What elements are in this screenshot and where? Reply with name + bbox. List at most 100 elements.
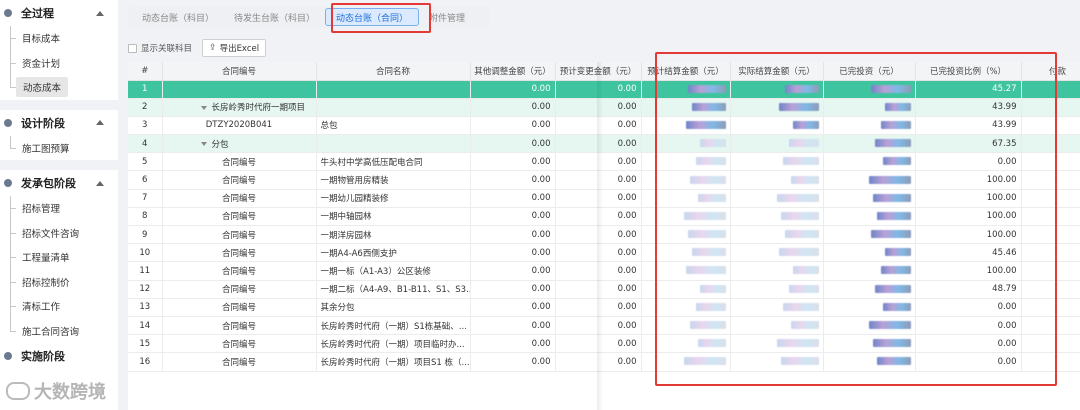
cell-expected-change: 0.00	[555, 225, 642, 245]
tab-dynamic-ledger-subject[interactable]: 动态台账（科目）	[132, 8, 224, 26]
section-title: 设计阶段	[21, 116, 65, 130]
sidebar-section-header[interactable]: 全过程	[0, 0, 118, 26]
tree-branch	[10, 147, 16, 149]
cell-other-adjust: 0.00	[470, 207, 556, 227]
sidebar-item-tender-management[interactable]: 招标管理	[0, 196, 118, 221]
cell-contract-code	[162, 80, 317, 99]
sidebar-item-bid-clearing[interactable]: 清标工作	[0, 294, 118, 319]
chevron-up-icon[interactable]	[96, 180, 104, 186]
contract-code-text: 分包	[211, 139, 229, 150]
cell-contract-code: 合同编号	[162, 316, 317, 336]
sidebar-item-dynamic-cost[interactable]: 动态成本	[0, 75, 118, 100]
cell-contract-name: 长房岭秀时代府（一期）项目临时办...	[316, 334, 471, 354]
watermark-logo-icon	[6, 382, 30, 400]
cell-index: 10	[128, 243, 163, 263]
cell-other-adjust: 0.00	[470, 170, 556, 190]
cell-contract-name: 一期一标（A1-A3）公区装修	[316, 261, 471, 281]
cell-contract-name: 长房岭秀时代府（一期）项目S1 栋（...	[316, 352, 471, 372]
cell-index: 5	[128, 152, 163, 172]
cell-other-adjust: 0.00	[470, 80, 556, 99]
tree-branch	[10, 87, 16, 88]
cell-contract-code: 合同编号	[162, 334, 317, 354]
section-title: 全过程	[21, 7, 54, 20]
cell-other-adjust: 0.00	[470, 316, 556, 336]
export-excel-button[interactable]: ⇪ 导出Excel	[202, 39, 267, 57]
tab-pending-ledger-subject[interactable]: 待发生台账（科目）	[224, 8, 325, 26]
cell-contract-code: DTZY2020B041	[162, 116, 317, 136]
cell-index: 15	[128, 334, 163, 354]
app-root: 全过程 目标成本 资金计划 动态成本 设计阶段 施工图预算 发承包阶段 招标管理…	[0, 0, 1080, 410]
sidebar-section-header[interactable]: 发承包阶段	[0, 170, 118, 196]
expand-toggle-icon[interactable]	[200, 105, 207, 110]
sidebar-section-header[interactable]: 实施阶段	[0, 343, 118, 369]
col-header-other-adjust[interactable]: 其他调整金额（元）	[470, 62, 556, 81]
cell-contract-name: 一期幼儿园精装修	[316, 189, 471, 208]
sidebar: 全过程 目标成本 资金计划 动态成本 设计阶段 施工图预算 发承包阶段 招标管理…	[0, 0, 118, 410]
cell-index: 14	[128, 316, 163, 336]
cell-expected-change: 0.00	[555, 207, 642, 227]
cell-contract-name: 一期二标（A4-A9、B1-B11、S1、S3...	[316, 280, 471, 299]
cell-contract-name: 一期中轴园林	[316, 207, 471, 227]
tab-bar: 动态台账（科目） 待发生台账（科目） 动态台账（合同） 附件管理	[128, 6, 490, 28]
cell-expected-change: 0.00	[555, 261, 642, 281]
cell-other-adjust: 0.00	[470, 189, 556, 208]
sidebar-item-bill-of-quantities[interactable]: 工程量清单	[0, 245, 118, 270]
sidebar-section-implementation: 实施阶段	[0, 343, 118, 369]
cell-other-adjust: 0.00	[470, 298, 556, 317]
sidebar-item-construction-contract-consult[interactable]: 施工合同咨询	[0, 319, 118, 344]
contract-code-text: 合同编号	[221, 339, 256, 350]
sidebar-section-design: 设计阶段 施工图预算	[0, 110, 118, 161]
chevron-up-icon[interactable]	[96, 10, 104, 16]
cell-contract-code: 合同编号	[162, 243, 317, 263]
contract-code-text: DTZY2020B041	[205, 120, 273, 131]
contract-code-text: 合同编号	[221, 176, 256, 187]
cell-contract-name: 总包	[316, 116, 471, 136]
section-title: 发承包阶段	[21, 177, 76, 190]
cell-contract-code: 合同编号	[162, 261, 317, 281]
watermark-text: 大数跨境	[34, 382, 106, 403]
cell-other-adjust: 0.00	[470, 152, 556, 172]
highlight-box-tab	[331, 3, 431, 33]
contract-code-text: 合同编号	[221, 321, 256, 332]
cell-contract-code: 合同编号	[162, 280, 317, 299]
sidebar-item-tender-doc-consult[interactable]: 招标文件咨询	[0, 221, 118, 246]
cell-index: 13	[128, 298, 163, 317]
export-icon: ⇪	[209, 43, 217, 53]
col-header-contract-code[interactable]: 合同编号	[162, 62, 317, 81]
section-dot-icon	[4, 179, 12, 187]
cell-other-adjust: 0.00	[470, 261, 556, 281]
contract-code-text: 合同编号	[221, 212, 256, 223]
section-dot-icon	[4, 118, 12, 127]
sidebar-item-tender-control-price[interactable]: 招标控制价	[0, 270, 118, 295]
cell-index: 6	[128, 170, 163, 190]
cell-expected-change: 0.00	[555, 152, 642, 172]
export-excel-label: 导出Excel	[219, 44, 260, 54]
contract-code-text: 合同编号	[221, 248, 256, 259]
sidebar-section-header[interactable]: 设计阶段	[0, 110, 118, 136]
section-dot-icon	[4, 352, 12, 360]
cell-expected-change: 0.00	[555, 189, 642, 208]
cell-contract-name: 长房岭秀时代府（一期）S1栋基础、...	[316, 316, 471, 336]
sidebar-item-fund-plan[interactable]: 资金计划	[0, 51, 118, 76]
cell-index: 11	[128, 261, 163, 281]
cell-contract-code: 合同编号	[162, 352, 317, 372]
col-header-expected-change[interactable]: 预计变更金额（元）	[555, 62, 642, 81]
contract-code-text: 合同编号	[221, 194, 256, 205]
contract-code-text: 合同编号	[221, 303, 256, 314]
col-header-index: #	[128, 62, 163, 81]
highlight-box-amount-columns	[655, 52, 1057, 386]
contract-code-text: 合同编号	[221, 266, 256, 277]
cell-other-adjust: 0.00	[470, 243, 556, 263]
sidebar-items: 施工图预算	[0, 135, 118, 161]
show-linked-subject-checkbox[interactable]	[128, 43, 137, 53]
cell-contract-code: 合同编号	[162, 189, 317, 208]
sidebar-item-target-cost[interactable]: 目标成本	[0, 26, 118, 51]
cell-index: 9	[128, 225, 163, 245]
cell-expected-change: 0.00	[555, 334, 642, 354]
sidebar-item-construction-budget[interactable]: 施工图预算	[0, 136, 118, 161]
col-header-contract-name[interactable]: 合同名称	[316, 62, 471, 81]
expand-toggle-icon[interactable]	[200, 142, 207, 147]
chevron-up-icon[interactable]	[96, 120, 104, 125]
cell-contract-name: 一期洋房园林	[316, 225, 471, 245]
tree-branch	[10, 257, 16, 258]
